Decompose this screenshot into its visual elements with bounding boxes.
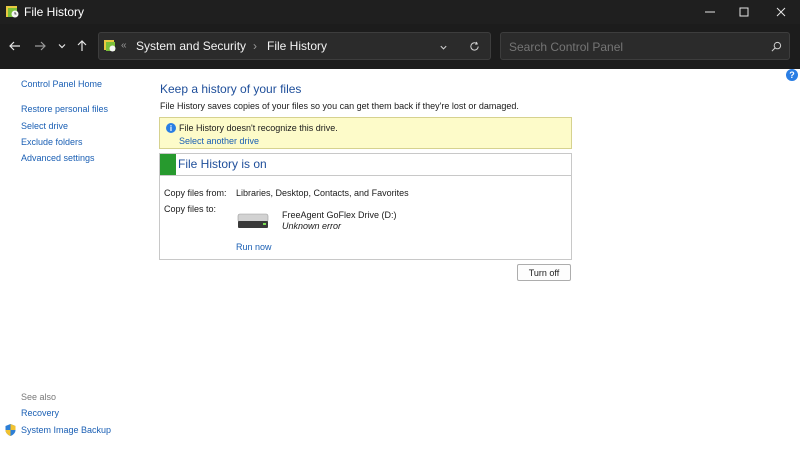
breadcrumb-overflow[interactable]: « bbox=[121, 40, 127, 51]
copy-from-value: Libraries, Desktop, Contacts, and Favori… bbox=[236, 188, 409, 198]
page-description: File History saves copies of your files … bbox=[160, 101, 519, 111]
page-title: Keep a history of your files bbox=[160, 82, 302, 96]
warning-banner: i File History doesn't recognize this dr… bbox=[159, 117, 572, 149]
status-panel: File History is on Copy files from: Libr… bbox=[159, 153, 572, 260]
arrow-left-icon bbox=[9, 41, 20, 51]
file-history-app-icon bbox=[6, 6, 19, 18]
drive-icon bbox=[237, 213, 269, 228]
see-also-recovery[interactable]: Recovery bbox=[21, 408, 59, 418]
sidebar-item-restore-personal-files[interactable]: Restore personal files bbox=[21, 104, 108, 114]
sidebar-item-exclude-folders[interactable]: Exclude folders bbox=[21, 137, 83, 147]
run-now-link[interactable]: Run now bbox=[236, 242, 272, 252]
maximize-icon bbox=[739, 7, 749, 17]
up-button[interactable] bbox=[74, 38, 90, 54]
select-another-drive-link[interactable]: Select another drive bbox=[179, 136, 259, 146]
status-header: File History is on bbox=[160, 154, 571, 176]
arrow-right-icon bbox=[35, 41, 46, 51]
minimize-icon bbox=[705, 11, 715, 13]
minimize-button[interactable] bbox=[693, 0, 727, 24]
see-also-system-image-backup[interactable]: System Image Backup bbox=[21, 425, 111, 435]
drive-status: Unknown error bbox=[282, 221, 342, 231]
search-icon bbox=[771, 41, 782, 52]
turn-off-button[interactable]: Turn off bbox=[517, 264, 571, 281]
chevron-down-icon bbox=[58, 44, 66, 49]
maximize-button[interactable] bbox=[727, 0, 761, 24]
close-button[interactable] bbox=[764, 0, 798, 24]
help-button[interactable]: ? bbox=[786, 69, 798, 81]
breadcrumb-system-and-security[interactable]: System and Security bbox=[136, 39, 246, 53]
chevron-down-icon[interactable] bbox=[439, 43, 448, 52]
sidebar-item-control-panel-home[interactable]: Control Panel Home bbox=[21, 79, 102, 89]
breadcrumb-file-history[interactable]: File History bbox=[267, 39, 327, 53]
status-indicator bbox=[160, 154, 176, 175]
arrow-up-icon bbox=[77, 40, 87, 51]
copy-from-label: Copy files from: bbox=[164, 188, 227, 198]
window-title: File History bbox=[24, 5, 85, 19]
recent-locations-button[interactable] bbox=[54, 38, 70, 54]
shield-icon bbox=[5, 424, 16, 436]
search-box[interactable] bbox=[500, 32, 790, 60]
title-bar: File History bbox=[0, 0, 800, 24]
back-button[interactable] bbox=[7, 38, 23, 54]
copy-to-label: Copy files to: bbox=[164, 204, 217, 214]
control-panel-icon bbox=[104, 40, 116, 52]
drive-name: FreeAgent GoFlex Drive (D:) bbox=[282, 210, 397, 220]
see-also-label: See also bbox=[21, 392, 57, 402]
sidebar-item-select-drive[interactable]: Select drive bbox=[21, 121, 68, 131]
address-bar[interactable]: « System and Security › File History bbox=[98, 32, 491, 60]
warning-message: File History doesn't recognize this driv… bbox=[179, 123, 338, 133]
navigation-bar: « System and Security › File History bbox=[0, 24, 800, 69]
info-icon: i bbox=[166, 123, 176, 133]
search-input[interactable] bbox=[507, 38, 761, 56]
close-icon bbox=[776, 7, 786, 17]
refresh-icon[interactable] bbox=[469, 41, 480, 52]
forward-button[interactable] bbox=[32, 38, 48, 54]
status-title: File History is on bbox=[178, 157, 267, 171]
breadcrumb-arrow[interactable]: › bbox=[253, 39, 257, 53]
sidebar-item-advanced-settings[interactable]: Advanced settings bbox=[21, 153, 95, 163]
